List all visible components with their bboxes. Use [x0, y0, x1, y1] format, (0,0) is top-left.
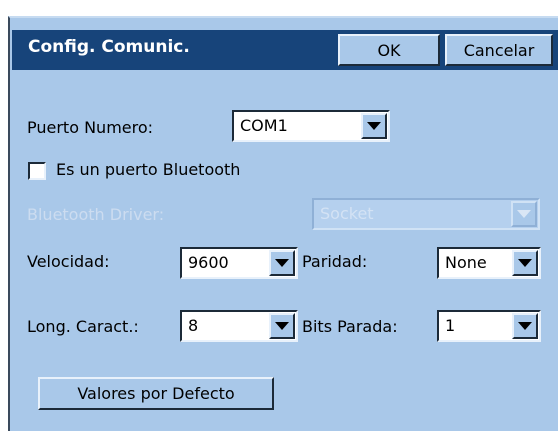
chevron-down-icon: [518, 322, 532, 330]
stop-bits-label: Bits Parada:: [302, 317, 398, 336]
char-length-dropdown-button[interactable]: [269, 313, 295, 339]
chevron-down-icon: [275, 322, 289, 330]
cancel-button[interactable]: Cancelar: [445, 34, 553, 66]
speed-value: 9600: [188, 253, 229, 272]
stop-bits-dropdown-button[interactable]: [512, 313, 538, 339]
bluetooth-driver-value: Socket: [320, 204, 374, 223]
chevron-down-icon: [518, 259, 532, 267]
port-dropdown-button[interactable]: [361, 113, 387, 139]
speed-dropdown-button[interactable]: [269, 250, 295, 276]
port-select[interactable]: COM1: [232, 110, 390, 142]
port-value: COM1: [240, 116, 288, 135]
port-label: Puerto Numero:: [27, 118, 154, 137]
parity-select[interactable]: None: [437, 247, 541, 279]
bluetooth-driver-label: Bluetooth Driver:: [27, 205, 165, 224]
bluetooth-driver-dropdown-button: [511, 201, 537, 227]
bluetooth-checkbox-label[interactable]: Es un puerto Bluetooth: [56, 160, 240, 179]
bluetooth-checkbox[interactable]: [28, 162, 46, 180]
defaults-button[interactable]: Valores por Defecto: [38, 377, 274, 410]
parity-value: None: [445, 253, 487, 272]
chevron-down-icon: [517, 210, 531, 218]
stop-bits-value: 1: [445, 316, 456, 335]
char-length-label: Long. Caract.:: [27, 317, 139, 336]
char-length-select[interactable]: 8: [180, 310, 298, 342]
dialog-title: Config. Comunic.: [28, 37, 190, 57]
char-length-value: 8: [188, 316, 199, 335]
chevron-down-icon: [367, 122, 381, 130]
bluetooth-driver-select: Socket: [312, 198, 540, 230]
parity-dropdown-button[interactable]: [512, 250, 538, 276]
parity-label: Paridad:: [302, 252, 368, 271]
speed-label: Velocidad:: [27, 252, 110, 271]
chevron-down-icon: [275, 259, 289, 267]
top-strip: [0, 0, 560, 16]
ok-button[interactable]: OK: [338, 34, 440, 66]
speed-select[interactable]: 9600: [180, 247, 298, 279]
stop-bits-select[interactable]: 1: [437, 310, 541, 342]
